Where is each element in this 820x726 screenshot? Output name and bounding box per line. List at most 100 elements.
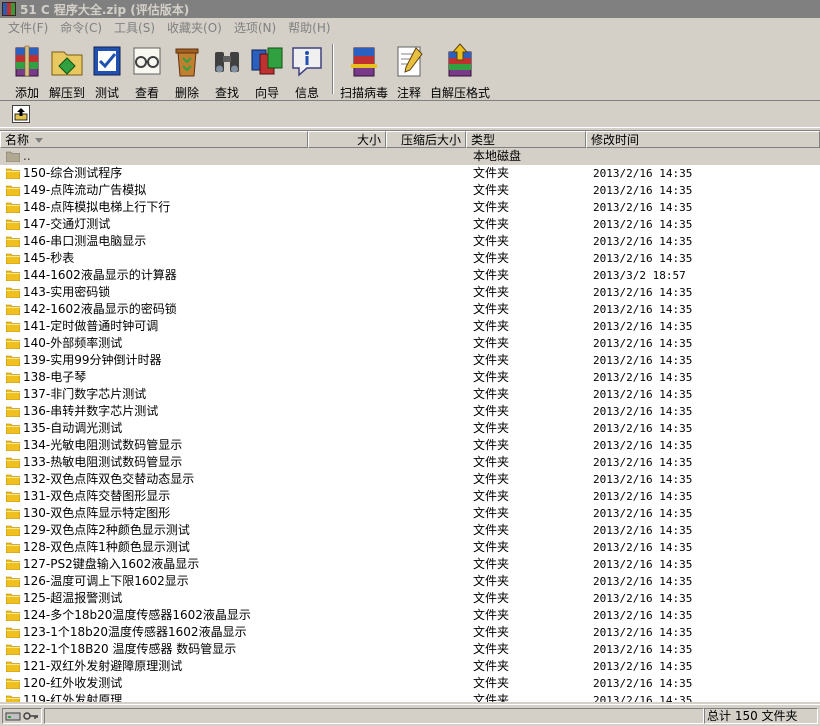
column-header-name[interactable]: 名称 <box>0 131 308 148</box>
folder-icon <box>6 423 20 434</box>
extract-to-button[interactable]: 解压到 <box>48 40 86 100</box>
file-modified: 2013/2/16 14:35 <box>593 626 693 639</box>
virus-scan-button[interactable]: 扫描病毒 <box>340 40 388 100</box>
file-type: 文件夹 <box>473 591 510 605</box>
file-row[interactable]: 136-串转并数字芯片测试 文件夹 2013/2/16 14:35 <box>0 403 820 420</box>
comment-button[interactable]: 注释 <box>390 40 428 100</box>
file-row[interactable]: 137-非门数字芯片测试 文件夹 2013/2/16 14:35 <box>0 386 820 403</box>
file-modified: 2013/2/16 14:35 <box>593 524 693 537</box>
sfx-button[interactable]: 自解压格式 <box>430 40 490 100</box>
sort-descending-icon <box>35 138 44 143</box>
menu-favorites[interactable]: 收藏夹(O) <box>161 19 228 37</box>
file-row[interactable]: 121-双红外发射避障原理测试 文件夹 2013/2/16 14:35 <box>0 658 820 675</box>
key-icon <box>23 712 38 720</box>
file-row[interactable]: 124-多个18b20温度传感器1602液晶显示 文件夹 2013/2/16 14:… <box>0 607 820 624</box>
file-row[interactable]: 146-串口测温电脑显示 文件夹 2013/2/16 14:35 <box>0 233 820 250</box>
file-row[interactable]: 141-定时做普通时钟可调 文件夹 2013/2/16 14:35 <box>0 318 820 335</box>
folder-icon <box>6 219 20 230</box>
file-type: 文件夹 <box>473 404 510 418</box>
file-row[interactable]: 134-光敏电阻测试数码管显示 文件夹 2013/2/16 14:35 <box>0 437 820 454</box>
file-name: 124-多个18b20温度传感器1602液晶显示 <box>23 608 251 622</box>
file-row[interactable]: 149-点阵流动广告模拟 文件夹 2013/2/16 14:35 <box>0 182 820 199</box>
extract-to-label: 解压到 <box>48 86 85 100</box>
file-modified: 2013/2/16 14:35 <box>593 235 693 248</box>
file-modified: 2013/2/16 14:35 <box>593 609 693 622</box>
find-button[interactable]: 查找 <box>208 40 246 100</box>
file-row[interactable]: 125-超温报警测试 文件夹 2013/2/16 14:35 <box>0 590 820 607</box>
file-row[interactable]: 123-1个18b20温度传感器1602液晶显示 文件夹 2013/2/16 14:… <box>0 624 820 641</box>
file-row[interactable]: 140-外部频率测试 文件夹 2013/2/16 14:35 <box>0 335 820 352</box>
file-row[interactable]: 145-秒表 文件夹 2013/2/16 14:35 <box>0 250 820 267</box>
folder-icon <box>6 644 20 655</box>
wizard-button[interactable]: 向导 <box>248 40 286 100</box>
file-name: 143-实用密码锁 <box>23 285 111 299</box>
file-row[interactable]: 130-双色点阵显示特定图形 文件夹 2013/2/16 14:35 <box>0 505 820 522</box>
file-row[interactable]: 133-热敏电阻测试数码管显示 文件夹 2013/2/16 14:35 <box>0 454 820 471</box>
file-row[interactable]: 148-点阵模拟电梯上行下行 文件夹 2013/2/16 14:35 <box>0 199 820 216</box>
file-type: 文件夹 <box>473 183 510 197</box>
file-row[interactable]: 127-PS2键盘输入1602液晶显示 文件夹 2013/2/16 14:35 <box>0 556 820 573</box>
file-type: 文件夹 <box>473 540 510 554</box>
info-label: 信息 <box>294 86 319 100</box>
info-button[interactable]: 信息 <box>288 40 326 100</box>
file-modified: 2013/2/16 14:35 <box>593 456 693 469</box>
delete-button[interactable]: 删除 <box>168 40 206 100</box>
status-message-panel <box>44 708 704 724</box>
file-row[interactable]: 128-双色点阵1种颜色显示测试 文件夹 2013/2/16 14:35 <box>0 539 820 556</box>
menu-help[interactable]: 帮助(H) <box>282 19 336 37</box>
file-name: 120-红外收发测试 <box>23 676 123 690</box>
column-header-type[interactable]: 类型 <box>466 131 586 148</box>
file-modified: 2013/2/16 14:35 <box>593 337 693 350</box>
file-name: 132-双色点阵双色交替动态显示 <box>23 472 195 486</box>
folder-icon <box>6 695 20 702</box>
file-type: 文件夹 <box>473 659 510 673</box>
file-row[interactable]: 120-红外收发测试 文件夹 2013/2/16 14:35 <box>0 675 820 692</box>
file-name: 140-外部频率测试 <box>23 336 123 350</box>
file-row[interactable]: 129-双色点阵2种颜色显示测试 文件夹 2013/2/16 14:35 <box>0 522 820 539</box>
file-row[interactable]: 132-双色点阵双色交替动态显示 文件夹 2013/2/16 14:35 <box>0 471 820 488</box>
file-name: 149-点阵流动广告模拟 <box>23 183 147 197</box>
file-name: 137-非门数字芯片测试 <box>23 387 147 401</box>
file-row[interactable]: 119-红外发射原理 文件夹 2013/2/16 14:35 <box>0 692 820 702</box>
file-row[interactable]: 135-自动调光测试 文件夹 2013/2/16 14:35 <box>0 420 820 437</box>
column-header-packed-size[interactable]: 压缩后大小 <box>386 131 466 148</box>
file-row[interactable]: 139-实用99分钟倒计时器 文件夹 2013/2/16 14:35 <box>0 352 820 369</box>
file-row[interactable]: 122-1个18B20 温度传感器 数码管显示 文件夹 2013/2/16 14:3… <box>0 641 820 658</box>
column-header-size[interactable]: 大小 <box>308 131 386 148</box>
file-type: 文件夹 <box>473 370 510 384</box>
file-row[interactable]: 131-双色点阵交替图形显示 文件夹 2013/2/16 14:35 <box>0 488 820 505</box>
view-button[interactable]: 查看 <box>128 40 166 100</box>
up-folder-button[interactable] <box>12 105 30 123</box>
file-row[interactable]: 126-温度可调上下限1602显示 文件夹 2013/2/16 14:35 <box>0 573 820 590</box>
file-type: 文件夹 <box>473 472 510 486</box>
file-row[interactable]: 143-实用密码锁 文件夹 2013/2/16 14:35 <box>0 284 820 301</box>
file-row[interactable]: 147-交通灯测试 文件夹 2013/2/16 14:35 <box>0 216 820 233</box>
file-type: 文件夹 <box>473 642 510 656</box>
folder-icon <box>6 474 20 485</box>
file-rows: .. 本地磁盘 150-综合测试程序 文件夹 2013/2/16 14:35 149-… <box>0 148 820 702</box>
file-name: 146-串口测温电脑显示 <box>23 234 147 248</box>
file-name: 147-交通灯测试 <box>23 217 111 231</box>
menu-file[interactable]: 文件(F) <box>2 19 54 37</box>
menu-commands[interactable]: 命令(C) <box>54 19 108 37</box>
file-row[interactable]: 150-综合测试程序 文件夹 2013/2/16 14:35 <box>0 165 820 182</box>
menu-options[interactable]: 选项(N) <box>228 19 282 37</box>
test-button[interactable]: 测试 <box>88 40 126 100</box>
menu-tools[interactable]: 工具(S) <box>108 19 161 37</box>
file-modified: 2013/2/16 14:35 <box>593 320 693 333</box>
file-type: 文件夹 <box>473 421 510 435</box>
column-header-modified[interactable]: 修改时间 <box>586 131 820 148</box>
file-type: 文件夹 <box>473 166 510 180</box>
folder-icon <box>6 338 20 349</box>
folder-icon <box>6 202 20 213</box>
file-row[interactable]: 144-1602液晶显示的计算器 文件夹 2013/3/2 18:57 <box>0 267 820 284</box>
folder-icon <box>6 168 20 179</box>
file-modified: 2013/2/16 14:35 <box>593 388 693 401</box>
find-binoculars-icon <box>208 42 246 80</box>
parent-directory-row[interactable]: .. 本地磁盘 <box>0 148 820 165</box>
file-modified: 2013/2/16 14:35 <box>593 490 693 503</box>
file-name: 128-双色点阵1种颜色显示测试 <box>23 540 190 554</box>
file-row[interactable]: 142-1602液晶显示的密码锁 文件夹 2013/2/16 14:35 <box>0 301 820 318</box>
file-row[interactable]: 138-电子琴 文件夹 2013/2/16 14:35 <box>0 369 820 386</box>
add-button[interactable]: 添加 <box>8 40 46 100</box>
